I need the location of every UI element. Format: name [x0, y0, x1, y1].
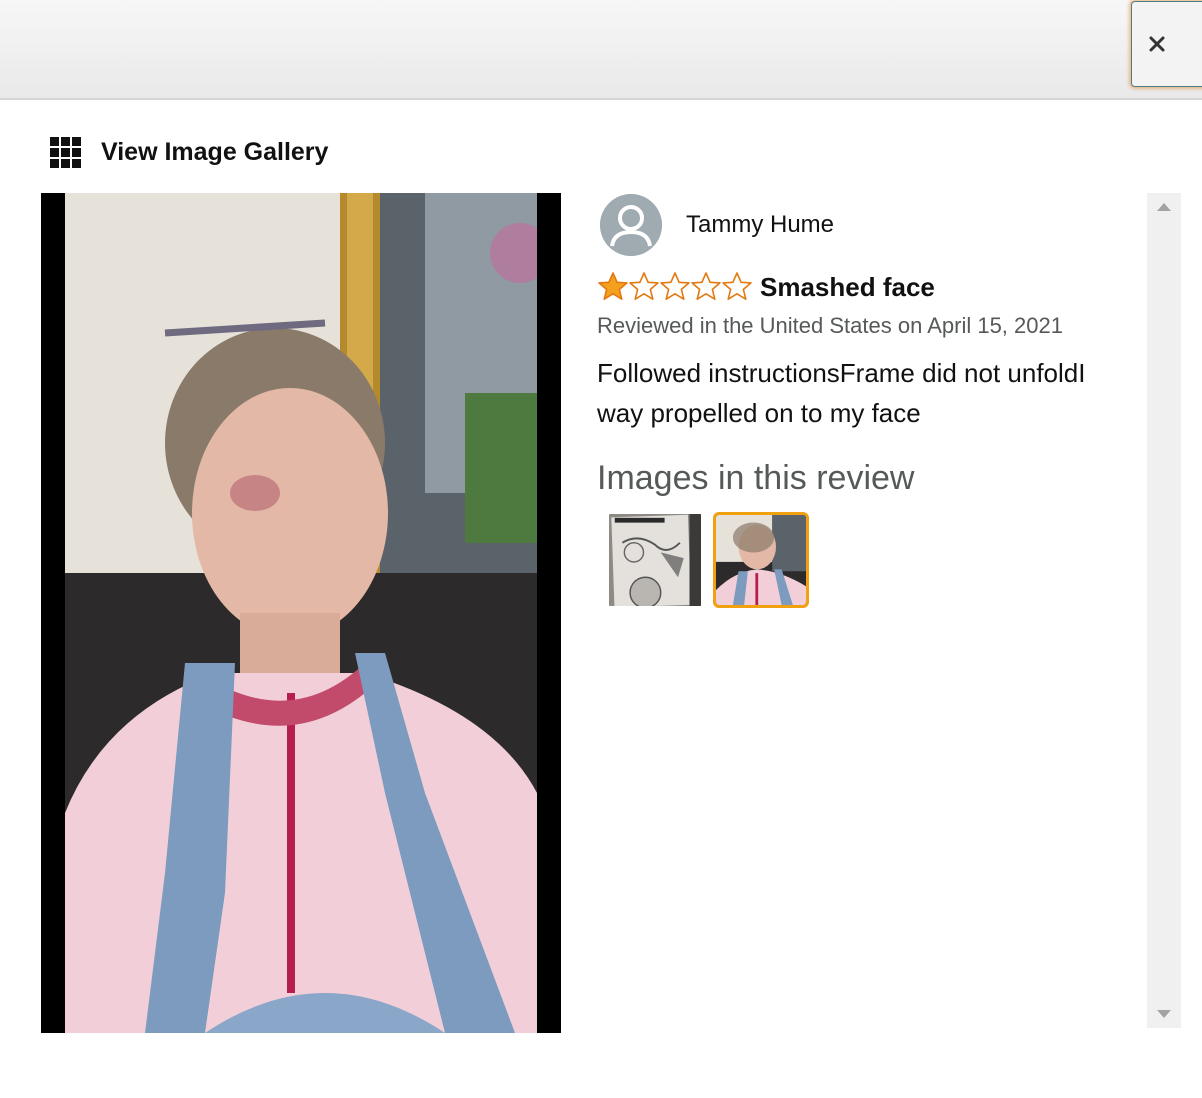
star-rating: [597, 271, 752, 303]
review-scrollbar[interactable]: [1147, 193, 1181, 1028]
modal-header: [0, 0, 1202, 100]
thumbnail-instructions[interactable]: [607, 512, 703, 608]
default-user-icon: [600, 194, 662, 256]
images-heading: Images in this review: [597, 459, 915, 497]
review-thumbnails: [607, 512, 1142, 608]
review-photo: [65, 193, 537, 1033]
star-empty-icon: [660, 272, 690, 301]
rating-row: Smashed face: [597, 269, 1142, 305]
thumbnail-face-photo[interactable]: [713, 512, 809, 608]
gallery-link-label: View Image Gallery: [101, 137, 329, 166]
scroll-up-arrow-icon[interactable]: [1156, 201, 1172, 213]
star-filled-icon: [598, 272, 628, 301]
review-date: Reviewed in the United States on April 1…: [597, 313, 1063, 338]
review-body: Followed instructionsFrame did not unfol…: [597, 358, 1086, 428]
avatar: [600, 194, 662, 256]
reviewer-profile[interactable]: Tammy Hume: [597, 193, 1142, 257]
review-title: Smashed face: [760, 271, 935, 302]
close-button[interactable]: [1131, 1, 1202, 87]
star-empty-icon: [629, 272, 659, 301]
star-empty-icon: [691, 272, 721, 301]
view-image-gallery-link[interactable]: View Image Gallery: [50, 134, 328, 170]
grid-icon: [50, 136, 81, 168]
review-panel: Tammy Hume Smashed face Reviewed in the …: [597, 193, 1142, 1028]
close-icon: [1149, 36, 1165, 52]
scroll-down-arrow-icon[interactable]: [1156, 1008, 1172, 1020]
reviewer-name[interactable]: Tammy Hume: [686, 211, 834, 239]
main-review-image[interactable]: [41, 193, 561, 1033]
star-empty-icon: [722, 272, 752, 301]
